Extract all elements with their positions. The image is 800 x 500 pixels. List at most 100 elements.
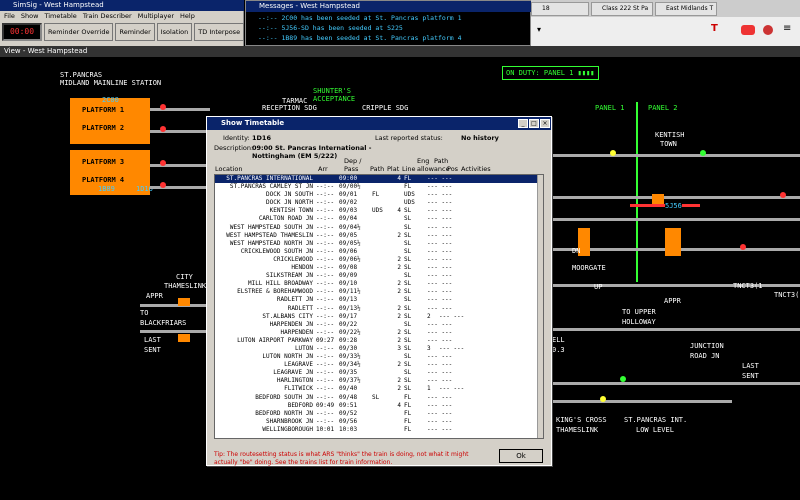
- ok-button[interactable]: Ok: [499, 449, 543, 463]
- browser-tab[interactable]: 18: [531, 2, 589, 16]
- timetable-row[interactable]: BEDFORD NORTH JN --:-- 09/52 FL --- ---: [215, 410, 543, 418]
- header-pass[interactable]: Pass: [344, 165, 358, 173]
- timetable-row[interactable]: LEAGRAVE JN --:-- 09/35 SL --- ---: [215, 369, 543, 377]
- timetable-row[interactable]: WEST HAMPSTEAD THAMESLIN --:-- 09/05 2 SL ---…: [215, 232, 543, 240]
- track-segment[interactable]: [150, 108, 210, 111]
- track-segment[interactable]: [552, 154, 800, 157]
- track-segment[interactable]: [552, 284, 800, 287]
- header-path[interactable]: Path: [370, 165, 384, 173]
- signal-red[interactable]: [160, 126, 166, 132]
- timetable-row[interactable]: WELLINGBOROUGH 10:01 10:03 FL --- ---: [215, 426, 543, 434]
- timetable-row[interactable]: CRICKLEWOOD SOUTH JN --:-- 09/06 SL --- ---: [215, 248, 543, 256]
- menu-timetable[interactable]: Timetable: [44, 11, 76, 22]
- signal-red[interactable]: [780, 192, 786, 198]
- header-activities[interactable]: Activities: [461, 165, 491, 173]
- track-segment[interactable]: [552, 400, 732, 403]
- track-segment[interactable]: [140, 330, 206, 333]
- timetable-row[interactable]: HARPENDEN --:-- 09/22½ 2 SL --- ---: [215, 329, 543, 337]
- track-segment[interactable]: [150, 164, 210, 167]
- timetable-row[interactable]: RADLETT JN --:-- 09/13 SL --- ---: [215, 296, 543, 304]
- timetable-row[interactable]: ST.ALBANS CITY --:-- 09/17 2 SL 2 --- ---: [215, 313, 543, 321]
- timetable-row[interactable]: FLITWICK --:-- 09/40 2 SL 1 --- ---: [215, 385, 543, 393]
- track-segment[interactable]: [150, 130, 210, 133]
- junction-label: JUNCTION: [690, 342, 724, 350]
- timetable-row[interactable]: WEST HAMPSTEAD NORTH JN --:-- 09/05½ SL --- …: [215, 240, 543, 248]
- timetable-row[interactable]: SILKSTREAM JN --:-- 09/09 SL --- ---: [215, 272, 543, 280]
- track-segment[interactable]: [140, 304, 206, 307]
- timetable-row[interactable]: MILL HILL BROADWAY --:-- 09/10 2 SL --- ---: [215, 280, 543, 288]
- timetable-row[interactable]: ST.PANCRAS CAMLEY ST JN --:-- 09/00½ FL --- …: [215, 183, 543, 191]
- clock[interactable]: 00:00: [2, 23, 42, 41]
- isolation-button[interactable]: Isolation: [156, 23, 193, 41]
- reminder-override-button[interactable]: Reminder Override: [44, 23, 114, 41]
- header-pos[interactable]: Pos: [447, 165, 458, 173]
- timetable-list[interactable]: ST.PANCRAS INTERNATIONAL 09:00 4 FL --- --- S…: [214, 174, 544, 439]
- browser-tab[interactable]: East Midlands T: [655, 2, 717, 16]
- signal-green[interactable]: [700, 150, 706, 156]
- header-line[interactable]: Line: [402, 165, 416, 173]
- train-describer[interactable]: 1B89: [98, 185, 115, 193]
- extension-icon[interactable]: [763, 25, 773, 35]
- track-segment[interactable]: [552, 196, 800, 199]
- row-dep: 09/03: [339, 207, 358, 215]
- header-plat[interactable]: Plat: [387, 165, 399, 173]
- menu-show[interactable]: Show: [21, 11, 39, 22]
- close-icon[interactable]: ×: [540, 119, 550, 128]
- td-interpose-button[interactable]: TD Interpose: [194, 23, 245, 41]
- signal-yellow[interactable]: [600, 396, 606, 402]
- signal-yellow[interactable]: [610, 150, 616, 156]
- track-segment[interactable]: [552, 328, 800, 331]
- browser-tab[interactable]: Class 222 St Pa: [591, 2, 653, 16]
- timetable-row[interactable]: WEST HAMPSTEAD SOUTH JN --:-- 09/04½ SL --- …: [215, 224, 543, 232]
- row-line: FL: [404, 183, 412, 191]
- track-segment[interactable]: [552, 382, 800, 385]
- reminder-button[interactable]: Reminder: [115, 23, 155, 41]
- train-describer[interactable]: 2C00: [102, 96, 119, 104]
- signal-red[interactable]: [740, 244, 746, 250]
- ell-label: ELL: [552, 336, 565, 344]
- timetable-row[interactable]: BEDFORD 09:49 09:51 4 FL --- ---: [215, 402, 543, 410]
- track-segment[interactable]: [552, 218, 800, 221]
- timetable-row[interactable]: CRICKLEWOOD --:-- 09/06½ 2 SL --- ---: [215, 256, 543, 264]
- signal-red[interactable]: [160, 160, 166, 166]
- timetable-row[interactable]: BEDFORD SOUTH JN --:-- 09/48 SL FL --- ---: [215, 394, 543, 402]
- scrollbar[interactable]: [537, 175, 543, 438]
- header-location[interactable]: Location: [215, 165, 243, 173]
- extension-icon[interactable]: [741, 25, 755, 35]
- track-segment[interactable]: [150, 186, 210, 189]
- menu-icon[interactable]: ≡: [783, 23, 791, 34]
- header-arr[interactable]: Arr: [318, 165, 328, 173]
- header-allowance[interactable]: allowance: [417, 165, 450, 173]
- timetable-row[interactable]: LUTON --:-- 09/30 3 SL 3 --- ---: [215, 345, 543, 353]
- timetable-row[interactable]: DOCK JN NORTH --:-- 09/02 UDS --- ---: [215, 199, 543, 207]
- row-path-allowance: --- ---: [427, 369, 453, 377]
- timetable-row[interactable]: ELSTREE & BOREHAMWOOD --:-- 09/11½ 2 SL --- -…: [215, 288, 543, 296]
- timetable-row[interactable]: KENTISH TOWN --:-- 09/03 UDS 4 SL --- ---: [215, 207, 543, 215]
- text-icon[interactable]: T: [711, 23, 718, 34]
- timetable-row[interactable]: HARPENDEN JN --:-- 09/22 SL --- ---: [215, 321, 543, 329]
- timetable-row[interactable]: ST.PANCRAS INTERNATIONAL 09:00 4 FL --- ---: [215, 175, 543, 184]
- maximize-icon[interactable]: □: [529, 119, 539, 128]
- train-describer[interactable]: 5J56: [665, 202, 682, 210]
- timetable-row[interactable]: DOCK JN SOUTH --:-- 09/01 FL UDS --- ---: [215, 191, 543, 199]
- timetable-row[interactable]: SHARNBROOK JN --:-- 09/56 FL --- ---: [215, 418, 543, 426]
- signal-red[interactable]: [160, 104, 166, 110]
- signal-green[interactable]: [620, 376, 626, 382]
- timetable-row[interactable]: HENDON --:-- 09/08 2 SL --- ---: [215, 264, 543, 272]
- menu-help[interactable]: Help: [180, 11, 195, 22]
- minimize-icon[interactable]: _: [518, 119, 528, 128]
- row-dep: 09/56: [339, 417, 358, 425]
- row-arr: --:--: [316, 207, 335, 215]
- row-location: BEDFORD NORTH JN: [255, 409, 313, 417]
- timetable-row[interactable]: LEAGRAVE --:-- 09/34½ 2 SL --- ---: [215, 361, 543, 369]
- timetable-row[interactable]: LUTON NORTH JN --:-- 09/33½ SL --- ---: [215, 353, 543, 361]
- menu-train-describer[interactable]: Train Describer: [83, 11, 132, 22]
- menu-multiplayer[interactable]: Multiplayer: [138, 11, 174, 22]
- timetable-row[interactable]: CARLTON ROAD JN --:-- 09/04 SL --- ---: [215, 215, 543, 223]
- signal-red[interactable]: [160, 182, 166, 188]
- timetable-row[interactable]: HARLINGTON --:-- 09/37½ 2 SL --- ---: [215, 377, 543, 385]
- timetable-row[interactable]: LUTON AIRPORT PARKWAY 09:27 09:28 2 SL --- --…: [215, 337, 543, 345]
- timetable-row[interactable]: RADLETT --:-- 09/13½ 2 SL --- ---: [215, 305, 543, 313]
- menu-file[interactable]: File: [4, 11, 15, 22]
- dropdown-icon[interactable]: ▾: [537, 25, 541, 34]
